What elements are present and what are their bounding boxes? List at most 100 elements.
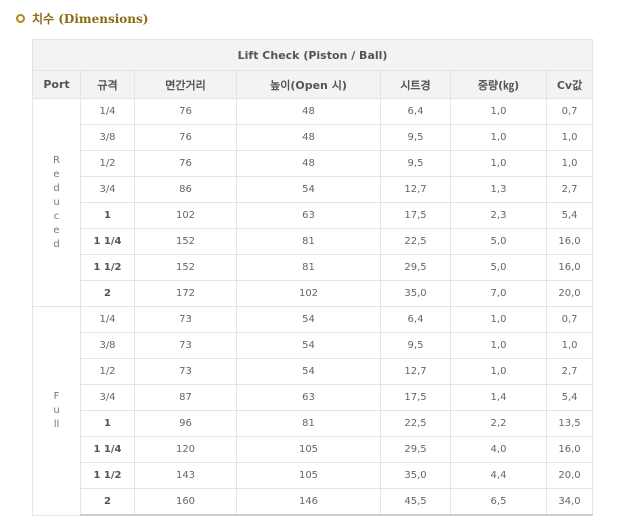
size-cell: 1 1/2 <box>80 462 135 489</box>
height-cell: 146 <box>236 488 381 516</box>
table-row: 3/8 76 48 9,5 1,0 1,0 <box>33 124 594 151</box>
height-cell: 48 <box>236 150 381 177</box>
table-row: 2 172 102 35,0 7,0 20,0 <box>33 280 594 307</box>
face-to-face-cell: 152 <box>134 254 237 281</box>
weight-cell: 1,4 <box>450 384 547 411</box>
table-row: 3/4 86 54 12,7 1,3 2,7 <box>33 176 594 203</box>
face-to-face-cell: 143 <box>134 462 237 489</box>
table-row: 2 160 146 45,5 6,5 34,0 <box>33 488 594 516</box>
port-group-label: Reduced <box>32 98 81 307</box>
weight-cell: 7,0 <box>450 280 547 307</box>
face-to-face-cell: 120 <box>134 436 237 463</box>
seat-diameter-cell: 29,5 <box>380 254 451 281</box>
face-to-face-cell: 76 <box>134 98 237 125</box>
table-caption: Lift Check (Piston / Ball) <box>31 39 594 71</box>
table-header-row: Port 규격 면간거리 높이(Open 시) 시트경 중량(㎏) Cv값 <box>32 70 594 99</box>
height-cell: 54 <box>236 358 381 385</box>
table-row: 1/2 73 54 12,7 1,0 2,7 <box>33 358 594 385</box>
column-header: 높이(Open 시) <box>236 70 381 99</box>
column-header: Cv값 <box>545 70 594 99</box>
seat-diameter-cell: 45,5 <box>380 488 451 516</box>
cv-cell: 5,4 <box>545 384 594 411</box>
face-to-face-cell: 96 <box>134 410 237 437</box>
size-cell: 1 1/4 <box>80 228 135 255</box>
weight-cell: 6,5 <box>450 488 547 516</box>
seat-diameter-cell: 12,7 <box>380 176 451 203</box>
height-cell: 63 <box>236 384 381 411</box>
table-row: Full 1/4 73 54 6,4 1,0 0,7 <box>32 306 594 516</box>
weight-cell: 1,0 <box>450 150 547 177</box>
height-cell: 81 <box>236 410 381 437</box>
weight-cell: 4,4 <box>450 462 547 489</box>
size-cell: 2 <box>80 280 135 307</box>
size-cell: 2 <box>80 488 135 516</box>
weight-cell: 5,0 <box>450 228 547 255</box>
table-row: 1 1/2 152 81 29,5 5,0 16,0 <box>33 254 594 281</box>
seat-diameter-cell: 17,5 <box>380 202 451 229</box>
face-to-face-cell: 73 <box>134 306 237 333</box>
face-to-face-cell: 152 <box>134 228 237 255</box>
dimensions-table: Lift Check (Piston / Ball) Port 규격 면간거리 … <box>31 39 594 516</box>
weight-cell: 1,0 <box>450 306 547 333</box>
size-cell: 3/8 <box>80 332 135 359</box>
size-cell: 1/4 <box>80 98 135 125</box>
size-cell: 1/4 <box>80 306 135 333</box>
section-title: 치수 (Dimensions) <box>32 11 149 26</box>
seat-diameter-cell: 12,7 <box>380 358 451 385</box>
cv-cell: 1,0 <box>545 332 594 359</box>
cv-cell: 5,4 <box>545 202 594 229</box>
size-cell: 1 1/4 <box>80 436 135 463</box>
weight-cell: 2,2 <box>450 410 547 437</box>
column-header: 중량(㎏) <box>450 70 547 99</box>
seat-diameter-cell: 9,5 <box>380 332 451 359</box>
height-cell: 54 <box>236 176 381 203</box>
size-cell: 1/2 <box>80 150 135 177</box>
seat-diameter-cell: 35,0 <box>380 280 451 307</box>
seat-diameter-cell: 22,5 <box>380 410 451 437</box>
column-header: 면간거리 <box>134 70 237 99</box>
size-cell: 1/2 <box>80 358 135 385</box>
weight-cell: 1,0 <box>450 124 547 151</box>
cv-cell: 0,7 <box>545 98 594 125</box>
cv-cell: 1,0 <box>545 150 594 177</box>
seat-diameter-cell: 6,4 <box>380 306 451 333</box>
height-cell: 54 <box>236 332 381 359</box>
port-label: Full <box>53 390 60 430</box>
weight-cell: 1,0 <box>450 358 547 385</box>
face-to-face-cell: 73 <box>134 332 237 359</box>
size-cell: 3/4 <box>80 384 135 411</box>
face-to-face-cell: 87 <box>134 384 237 411</box>
height-cell: 63 <box>236 202 381 229</box>
weight-cell: 1,0 <box>450 332 547 359</box>
table-row: 1 96 81 22,5 2,2 13,5 <box>33 410 594 437</box>
cv-cell: 13,5 <box>545 410 594 437</box>
face-to-face-cell: 160 <box>134 488 237 516</box>
face-to-face-cell: 172 <box>134 280 237 307</box>
seat-diameter-cell: 9,5 <box>380 124 451 151</box>
table-row: 1 1/4 152 81 22,5 5,0 16,0 <box>33 228 594 255</box>
seat-diameter-cell: 17,5 <box>380 384 451 411</box>
weight-cell: 1,3 <box>450 176 547 203</box>
height-cell: 54 <box>236 306 381 333</box>
face-to-face-cell: 76 <box>134 124 237 151</box>
height-cell: 105 <box>236 436 381 463</box>
size-cell: 1 <box>80 410 135 437</box>
weight-cell: 2,3 <box>450 202 547 229</box>
height-cell: 81 <box>236 228 381 255</box>
height-cell: 48 <box>236 98 381 125</box>
table-row: 3/4 87 63 17,5 1,4 5,4 <box>33 384 594 411</box>
section-header: 치수 (Dimensions) <box>16 9 148 27</box>
table-row: 1 1/4 120 105 29,5 4,0 16,0 <box>33 436 594 463</box>
face-to-face-cell: 73 <box>134 358 237 385</box>
seat-diameter-cell: 35,0 <box>380 462 451 489</box>
cv-cell: 16,0 <box>545 228 594 255</box>
cv-cell: 2,7 <box>545 358 594 385</box>
weight-cell: 5,0 <box>450 254 547 281</box>
cv-cell: 20,0 <box>545 280 594 307</box>
size-cell: 3/8 <box>80 124 135 151</box>
size-cell: 1 <box>80 202 135 229</box>
seat-diameter-cell: 29,5 <box>380 436 451 463</box>
table-row: 3/8 73 54 9,5 1,0 1,0 <box>33 332 594 359</box>
cv-cell: 2,7 <box>545 176 594 203</box>
cv-cell: 16,0 <box>545 436 594 463</box>
